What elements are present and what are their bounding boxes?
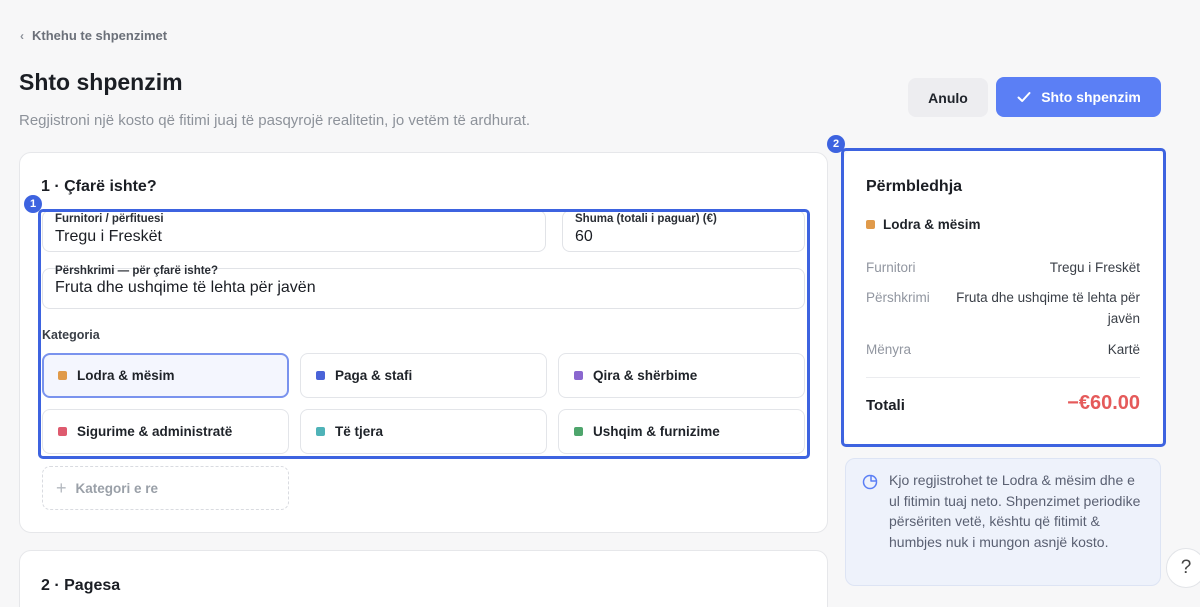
category-chip-lodra[interactable]: Lodra & mësim <box>42 353 289 398</box>
summary-divider <box>866 377 1140 378</box>
category-color-dot <box>316 371 325 380</box>
category-chip-label: Lodra & mësim <box>77 368 175 383</box>
summary-supplier-value: Tregu i Freskët <box>1049 260 1140 275</box>
summary-method-value: Kartë <box>1107 342 1140 357</box>
summary-category-label: Lodra & mësim <box>883 217 981 232</box>
new-category-button[interactable]: + Kategori e re <box>42 466 289 510</box>
description-field[interactable]: Përshkrimi — për çfarë ishte? Fruta dhe … <box>42 265 805 309</box>
supplier-field-label: Furnitori / përfituesi <box>55 213 164 225</box>
back-link-label: Kthehu te shpenzimet <box>32 28 168 43</box>
summary-description-value: Fruta dhe ushqime të lehta për javën <box>956 290 1140 326</box>
info-note-text: Kjo regjistrohet te Lodra & mësim dhe e … <box>889 472 1141 550</box>
category-color-dot <box>316 427 325 436</box>
supplier-field[interactable]: Furnitori / përfituesi Tregu i Freskët <box>42 210 546 252</box>
highlight-badge-1: 1 <box>24 195 42 213</box>
category-color-dot <box>574 371 583 380</box>
new-category-label: Kategori e re <box>75 480 159 496</box>
summary-description-key: Përshkrimi <box>866 290 930 305</box>
page-title: Shto shpenzim <box>19 69 183 95</box>
amount-field[interactable]: Shuma (totali i paguar) (€) 60 <box>562 210 805 252</box>
add-expense-button[interactable]: Shto shpenzim <box>996 77 1161 117</box>
summary-supplier-key: Furnitori <box>866 260 916 275</box>
section-payment-card: 2 · Pagesa <box>19 550 828 607</box>
category-chip-sigurime[interactable]: Sigurime & administratë <box>42 409 289 454</box>
category-chip-te-tjera[interactable]: Të tjera <box>300 409 547 454</box>
category-chip-label: Sigurime & administratë <box>77 424 233 439</box>
pie-chart-icon <box>862 474 878 490</box>
category-chip-label: Të tjera <box>335 424 384 439</box>
chevron-left-icon: ‹ <box>20 28 24 43</box>
summary-total-value: −€60.00 <box>1067 392 1140 414</box>
section-payment-title: 2 · Pagesa <box>41 577 121 594</box>
description-field-value: Fruta dhe ushqime të lehta për javën <box>55 279 316 296</box>
info-note: Kjo regjistrohet te Lodra & mësim dhe e … <box>845 458 1161 586</box>
help-button[interactable]: ? <box>1166 548 1200 588</box>
category-chip-ushqim[interactable]: Ushqim & furnizime <box>558 409 805 454</box>
summary-category: Lodra & mësim <box>866 217 981 232</box>
amount-field-label: Shuma (totali i paguar) (€) <box>575 213 717 225</box>
section-what-title: 1 · Çfarë ishte? <box>41 178 157 195</box>
description-field-label: Përshkrimi — për çfarë ishte? <box>55 265 218 277</box>
category-chip-label: Ushqim & furnizime <box>593 424 720 439</box>
back-link[interactable]: ‹ Kthehu te shpenzimet <box>20 28 167 43</box>
add-expense-button-label: Shto shpenzim <box>1041 89 1141 105</box>
page-subtitle: Regjistroni një kosto që fitimi juaj të … <box>19 112 531 129</box>
summary-panel: Përmbledhja Lodra & mësim Furnitori Treg… <box>844 150 1164 445</box>
summary-title: Përmbledhja <box>866 178 963 195</box>
category-label: Kategoria <box>42 328 100 342</box>
category-chip-label: Paga & stafi <box>335 368 413 383</box>
summary-total-key: Totali <box>866 397 905 414</box>
category-chip-qira[interactable]: Qira & shërbime <box>558 353 805 398</box>
category-chip-paga[interactable]: Paga & stafi <box>300 353 547 398</box>
cancel-button[interactable]: Anulo <box>908 78 988 117</box>
category-color-dot <box>58 371 67 380</box>
highlight-badge-2: 2 <box>827 135 845 153</box>
category-chip-label: Qira & shërbime <box>593 368 698 383</box>
category-color-dot <box>574 427 583 436</box>
amount-field-value: 60 <box>575 228 593 245</box>
category-color-dot <box>866 220 875 229</box>
summary-method-key: Mënyra <box>866 342 912 357</box>
plus-icon: + <box>56 477 67 498</box>
category-color-dot <box>58 427 67 436</box>
check-icon <box>1017 92 1031 102</box>
supplier-field-value: Tregu i Freskët <box>55 228 162 245</box>
